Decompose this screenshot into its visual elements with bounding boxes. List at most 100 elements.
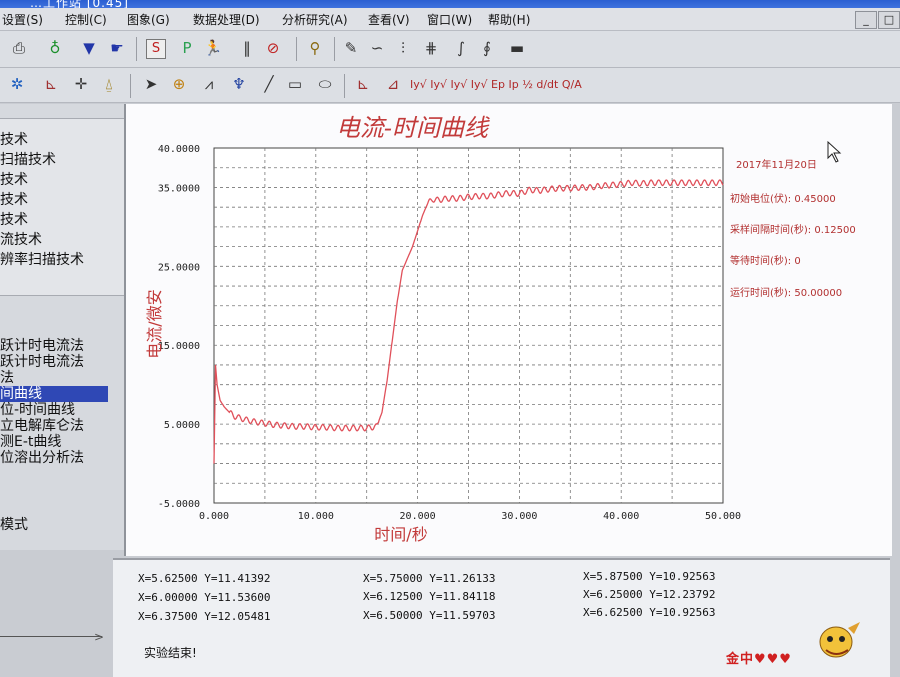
- zoom-icon[interactable]: ⊕: [168, 73, 190, 95]
- technique-list: 技术 扫描技术 技术 技术 技术 流技术 辨率扫描技术: [0, 118, 125, 296]
- technique-item[interactable]: 扫描技术: [0, 149, 56, 169]
- line-icon[interactable]: ╱: [258, 73, 280, 95]
- xy-readout: X=5.62500 Y=11.41392: [138, 572, 271, 585]
- x-tick-label: 20.000: [400, 511, 436, 522]
- brand-logo: 金中♥♥♥: [726, 620, 886, 675]
- chart-title: 电流-时间曲线: [336, 114, 490, 142]
- run-time: 运行时间(秒): 50.00000: [730, 288, 843, 299]
- toolbar-main: ⎙ ♁ ▼ ☛ S P 🏃 ‖ ⊘ ⚲ ✎ ∽ ⫶ ⋕ ∫ ∮ ▬: [0, 31, 900, 68]
- xy-readout: X=6.62500 Y=10.92563: [583, 606, 716, 619]
- technique-item[interactable]: 技术: [0, 129, 28, 149]
- method-item[interactable]: 位-时间曲线: [0, 402, 108, 418]
- xy-readout: X=6.00000 Y=11.53600: [138, 591, 271, 604]
- integral-icon[interactable]: ∫: [450, 37, 472, 59]
- title-bar: …工作站 [0.45]: [0, 0, 900, 10]
- xy-readout: X=5.87500 Y=10.92563: [583, 570, 716, 583]
- xy-readout: X=6.37500 Y=12.05481: [138, 610, 271, 623]
- peak-tools-row[interactable]: Iy√ Iy√ Iy√ Iy√ Ep Ip ½ d/dt Q/A: [410, 78, 582, 91]
- curve-icon[interactable]: ∽: [366, 37, 388, 59]
- xy-readout: X=5.75000 Y=11.26133: [363, 572, 496, 585]
- wrench-icon[interactable]: ⚲: [304, 37, 326, 59]
- menu-help[interactable]: 帮助(H): [488, 11, 530, 28]
- trace-icon[interactable]: ⊿: [382, 73, 404, 95]
- menu-bar: 设置(S) 控制(C) 图象(G) 数据处理(D) 分析研究(A) 查看(V) …: [0, 8, 900, 31]
- semi-integral-icon[interactable]: ∮: [476, 37, 498, 59]
- deriv-icon[interactable]: ⊾: [352, 73, 374, 95]
- method-item[interactable]: 法: [0, 370, 108, 386]
- xy-readout: X=6.25000 Y=12.23792: [583, 588, 716, 601]
- menu-settings[interactable]: 设置(S): [2, 11, 43, 28]
- pause-icon[interactable]: ‖: [236, 37, 258, 59]
- gear-icon[interactable]: ✲: [6, 73, 28, 95]
- printer-icon[interactable]: ⎙: [8, 37, 30, 59]
- experiment-finished-text: 实验结束!: [144, 646, 197, 660]
- x-tick-label: 0.000: [199, 511, 229, 522]
- peak-icon[interactable]: ⍙: [98, 73, 120, 95]
- technique-item[interactable]: 技术: [0, 209, 28, 229]
- technique-item[interactable]: 技术: [0, 189, 28, 209]
- wait-time: 等待时间(秒): 0: [730, 256, 801, 267]
- plot-window: 电流-时间曲线 40.0000 35.0000 25.0000 15.0000 5.00…: [124, 104, 892, 556]
- xy-readout: X=6.12500 Y=11.84118: [363, 590, 496, 603]
- pen-icon[interactable]: ✎: [340, 37, 362, 59]
- toolbar-analysis: ✲ ⊾ ✛ ⍙ ➤ ⊕ ⩘ ♆ ╱ ▭ ⬭ ⊾ ⊿ Iy√ Iy√ Iy√ Iy…: [0, 68, 900, 103]
- resolution-icon[interactable]: ⋕: [420, 37, 442, 59]
- init-potential: 初始电位(伏): 0.45000: [730, 194, 836, 205]
- menu-control[interactable]: 控制(C): [65, 11, 107, 28]
- menu-graphics[interactable]: 图象(G): [127, 11, 170, 28]
- technique-item[interactable]: 辨率扫描技术: [0, 249, 84, 269]
- chip-icon[interactable]: ▼: [78, 37, 100, 59]
- handshake-icon[interactable]: ☛: [106, 37, 128, 59]
- mode-label: 模式: [0, 517, 28, 533]
- rect-icon[interactable]: ▭: [284, 73, 306, 95]
- x-tick-label: 10.000: [298, 511, 334, 522]
- x-tick-label: 50.000: [705, 511, 741, 522]
- technique-item[interactable]: 技术: [0, 169, 28, 189]
- run-icon[interactable]: 🏃: [202, 37, 224, 59]
- menu-view[interactable]: 查看(V): [368, 11, 410, 28]
- method-item[interactable]: 跃计时电流法: [0, 354, 108, 370]
- experiment-date: 2017年11月20日: [736, 160, 817, 171]
- mouse-cursor-icon: [827, 140, 842, 163]
- stop-icon[interactable]: ⊘: [262, 37, 284, 59]
- pane-divider: [0, 636, 102, 637]
- maximize-button[interactable]: □: [878, 11, 900, 29]
- s-box-icon[interactable]: S: [146, 39, 166, 59]
- palette-icon[interactable]: ♆: [228, 73, 250, 95]
- method-item[interactable]: 立电解库仑法: [0, 418, 108, 434]
- technique-item[interactable]: 流技术: [0, 229, 42, 249]
- method-list: 跃计时电流法 跃计时电流法 法 间曲线 位-时间曲线 立电解库仑法 测E-t曲线…: [0, 338, 132, 466]
- y-tick-label: -5.0000: [158, 499, 200, 510]
- lcd-icon[interactable]: ▬: [506, 37, 528, 59]
- x-axis-label: 时间/秒: [374, 525, 427, 544]
- technique-panel: 技术 扫描技术 技术 技术 技术 流技术 辨率扫描技术 跃计时电流法 跃计时电流…: [0, 104, 135, 550]
- method-item[interactable]: 测E-t曲线: [0, 434, 108, 450]
- method-item[interactable]: 位溶出分析法: [0, 450, 108, 466]
- baseline-icon[interactable]: ⩘: [198, 73, 220, 95]
- menu-window[interactable]: 窗口(W): [427, 11, 472, 28]
- current-time-chart: 电流-时间曲线 40.0000 35.0000 25.0000 15.0000 5.00…: [145, 114, 842, 544]
- ellipse-icon[interactable]: ⬭: [314, 73, 336, 95]
- cross-icon[interactable]: ✛: [70, 73, 92, 95]
- logo-text: 金中♥♥♥: [726, 652, 792, 667]
- axis-icon[interactable]: ⊾: [40, 73, 62, 95]
- y-tick-label: 35.0000: [158, 183, 200, 194]
- sample-interval: 采样间隔时间(秒): 0.12500: [730, 225, 856, 236]
- minimize-button[interactable]: _: [855, 11, 877, 29]
- pointer-icon[interactable]: ➤: [140, 73, 162, 95]
- method-item[interactable]: 跃计时电流法: [0, 338, 108, 354]
- y-axis-label: 电流/微安: [145, 289, 164, 358]
- menu-data[interactable]: 数据处理(D): [193, 11, 260, 28]
- y-tick-label: 5.0000: [164, 420, 200, 431]
- y-tick-label: 15.0000: [158, 341, 200, 352]
- electrode-icon[interactable]: ♁: [44, 37, 66, 59]
- x-tick-label: 30.000: [501, 511, 537, 522]
- x-tick-label: 40.000: [603, 511, 639, 522]
- xy-readout: X=6.50000 Y=11.59703: [363, 609, 496, 622]
- arrow-right-icon: >: [94, 630, 105, 644]
- y-tick-label: 40.0000: [158, 144, 200, 155]
- p-box-icon[interactable]: P: [176, 37, 198, 59]
- method-item-selected[interactable]: 间曲线: [0, 386, 108, 402]
- menu-analysis[interactable]: 分析研究(A): [282, 11, 348, 28]
- filter-icon[interactable]: ⫶: [392, 37, 414, 59]
